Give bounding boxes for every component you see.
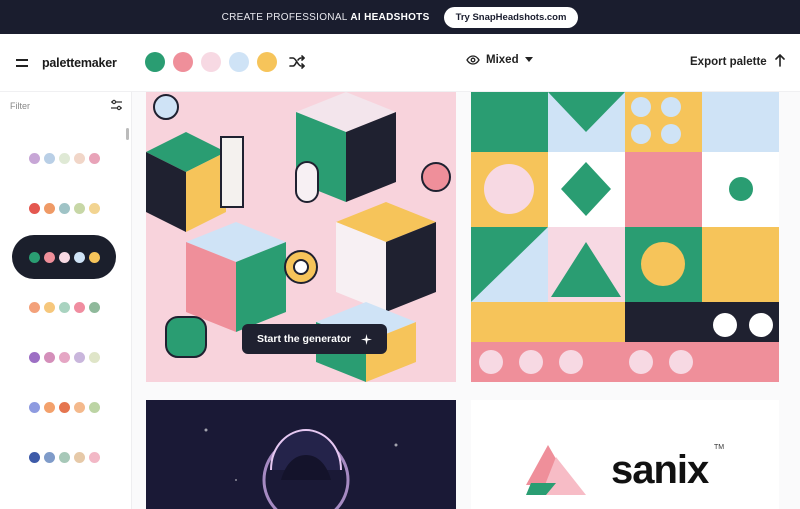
palette-dot <box>73 202 85 214</box>
sparkle-icon <box>360 333 372 345</box>
export-palette-button[interactable]: Export palette <box>690 56 767 68</box>
palette-dot <box>73 451 85 463</box>
palette-dot <box>88 401 100 413</box>
palette-dot <box>28 351 40 363</box>
sidebar-palette-4[interactable] <box>12 285 116 329</box>
palette-dot <box>28 451 40 463</box>
palette-dot <box>28 202 40 214</box>
palette-dot <box>28 301 40 313</box>
caret-down-icon <box>524 57 533 62</box>
palette-dot <box>73 152 85 164</box>
palette-swatch-3[interactable] <box>201 52 221 72</box>
palette-dot <box>73 351 85 363</box>
menu-icon[interactable] <box>16 59 28 67</box>
geometric-pattern-card[interactable] <box>471 92 779 382</box>
start-generator-label: Start the generator <box>257 333 351 345</box>
sanix-logo-mark <box>526 445 586 495</box>
palette-dot <box>43 152 55 164</box>
palette-swatch-5[interactable] <box>257 52 277 72</box>
astronaut-card[interactable] <box>146 400 456 509</box>
palette-swatch-2[interactable] <box>173 52 193 72</box>
trademark-mark: TM <box>714 444 725 451</box>
shuffle-icon[interactable] <box>289 55 305 69</box>
palette-dot <box>43 202 55 214</box>
palette-swatch-1[interactable] <box>145 52 165 72</box>
eye-icon <box>466 55 480 65</box>
palette-dot <box>88 202 100 214</box>
palette-dot <box>73 251 85 263</box>
palette-dot <box>58 251 70 263</box>
astronaut-illustration <box>146 400 456 509</box>
header-bar: palettemaker Mixed Export palette <box>0 34 800 92</box>
palette-dot <box>73 401 85 413</box>
brand-name: sanix <box>611 448 709 492</box>
sidebar-palette-5[interactable] <box>12 335 116 379</box>
palette-dot <box>73 301 85 313</box>
app-logo[interactable]: palettemaker <box>42 56 117 70</box>
palette-dot <box>28 401 40 413</box>
palette-dot <box>43 251 55 263</box>
start-generator-button[interactable]: Start the generator <box>242 324 387 354</box>
palette-dot <box>43 451 55 463</box>
banner-cta-button[interactable]: Try SnapHeadshots.com <box>443 6 579 28</box>
palette-dot <box>43 301 55 313</box>
palette-sidebar: Filter <box>0 92 132 509</box>
brand-logo-card[interactable]: sanix TM <box>471 400 779 509</box>
sidebar-palette-2[interactable] <box>12 186 116 230</box>
palette-dot <box>58 301 70 313</box>
palette-dot <box>43 401 55 413</box>
palette-dot <box>58 351 70 363</box>
sidebar-palette-7[interactable] <box>12 435 116 479</box>
banner-text: CREATE PROFESSIONAL AI HEADSHOTS <box>221 11 430 23</box>
palette-dot <box>88 451 100 463</box>
palette-dot <box>43 351 55 363</box>
palette-swatch-4[interactable] <box>229 52 249 72</box>
palette-dot <box>88 351 100 363</box>
filter-input[interactable]: Filter <box>10 101 30 111</box>
sidebar-palette-6[interactable] <box>12 385 116 429</box>
palette-dot <box>28 251 40 263</box>
palette-dot <box>28 152 40 164</box>
geometric-pattern <box>471 92 779 382</box>
palette-dot <box>58 401 70 413</box>
inspiration-grid: Start the generator sanix TM <box>132 92 800 509</box>
promo-banner: CREATE PROFESSIONAL AI HEADSHOTS Try Sna… <box>0 0 800 34</box>
palette-dot <box>58 202 70 214</box>
palette-dot <box>88 251 100 263</box>
current-palette <box>145 52 277 72</box>
mode-label: Mixed <box>486 54 519 66</box>
sidebar-scrollbar[interactable] <box>126 128 129 140</box>
sidebar-palette-1[interactable] <box>12 136 116 180</box>
mode-dropdown[interactable]: Mixed <box>466 54 533 66</box>
palette-dot <box>88 152 100 164</box>
sidebar-palette-3[interactable] <box>12 235 116 279</box>
palette-dot <box>88 301 100 313</box>
illustration-card[interactable]: Start the generator <box>146 92 456 382</box>
arrow-up-icon[interactable] <box>775 54 785 67</box>
palette-dot <box>58 152 70 164</box>
sliders-icon[interactable] <box>110 99 123 111</box>
palette-dot <box>58 451 70 463</box>
